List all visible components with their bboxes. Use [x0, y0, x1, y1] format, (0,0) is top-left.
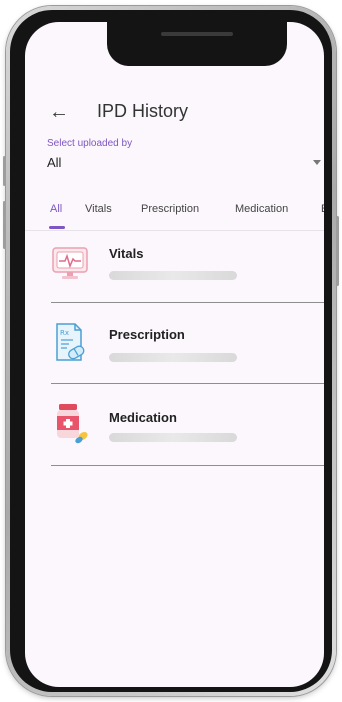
- list-item-label: Medication: [109, 410, 177, 425]
- vitals-monitor-icon: [51, 242, 89, 282]
- tab-all[interactable]: All: [50, 203, 62, 215]
- uploaded-by-label: Select uploaded by: [47, 138, 133, 149]
- divider: [51, 383, 324, 384]
- divider: [51, 465, 324, 466]
- phone-bezel: ← IPD History Select uploaded by All All…: [10, 10, 332, 692]
- phone-side-button: [3, 201, 6, 249]
- phone-side-button: [3, 156, 6, 186]
- list-item-label: Vitals: [109, 246, 144, 261]
- loading-placeholder: [109, 433, 237, 442]
- list-item-medication[interactable]: Medication: [25, 394, 324, 474]
- uploaded-by-value: All: [47, 155, 62, 170]
- phone-notch: [107, 22, 287, 66]
- phone-side-button: [336, 216, 339, 286]
- tab-prescription[interactable]: Prescription: [141, 203, 199, 215]
- app-screen: ← IPD History Select uploaded by All All…: [25, 22, 324, 687]
- page-title: IPD History: [97, 101, 189, 121]
- tab-vitals[interactable]: Vitals: [85, 203, 112, 215]
- svg-text:Rx: Rx: [60, 329, 69, 337]
- loading-placeholder: [109, 271, 237, 280]
- tab-medication[interactable]: Medication: [235, 203, 288, 215]
- loading-placeholder: [109, 353, 237, 362]
- list-item-vitals[interactable]: Vitals: [25, 232, 324, 312]
- list-item-prescription[interactable]: Rx Prescription: [25, 314, 324, 394]
- active-tab-indicator: [49, 226, 65, 229]
- phone-frame: ← IPD History Select uploaded by All All…: [3, 6, 339, 696]
- caret-down-icon[interactable]: [313, 160, 321, 165]
- category-tabs: All Vitals Prescription Medication E: [25, 190, 324, 231]
- arrow-left-icon[interactable]: ←: [49, 102, 69, 122]
- app-header: ← IPD History: [25, 100, 324, 126]
- speaker-grille: [161, 32, 233, 36]
- divider: [51, 302, 324, 303]
- list-item-label: Prescription: [109, 327, 185, 342]
- medicine-bottle-icon: [51, 400, 89, 444]
- prescription-document-icon: Rx: [51, 322, 89, 362]
- tab-more[interactable]: E: [321, 203, 324, 215]
